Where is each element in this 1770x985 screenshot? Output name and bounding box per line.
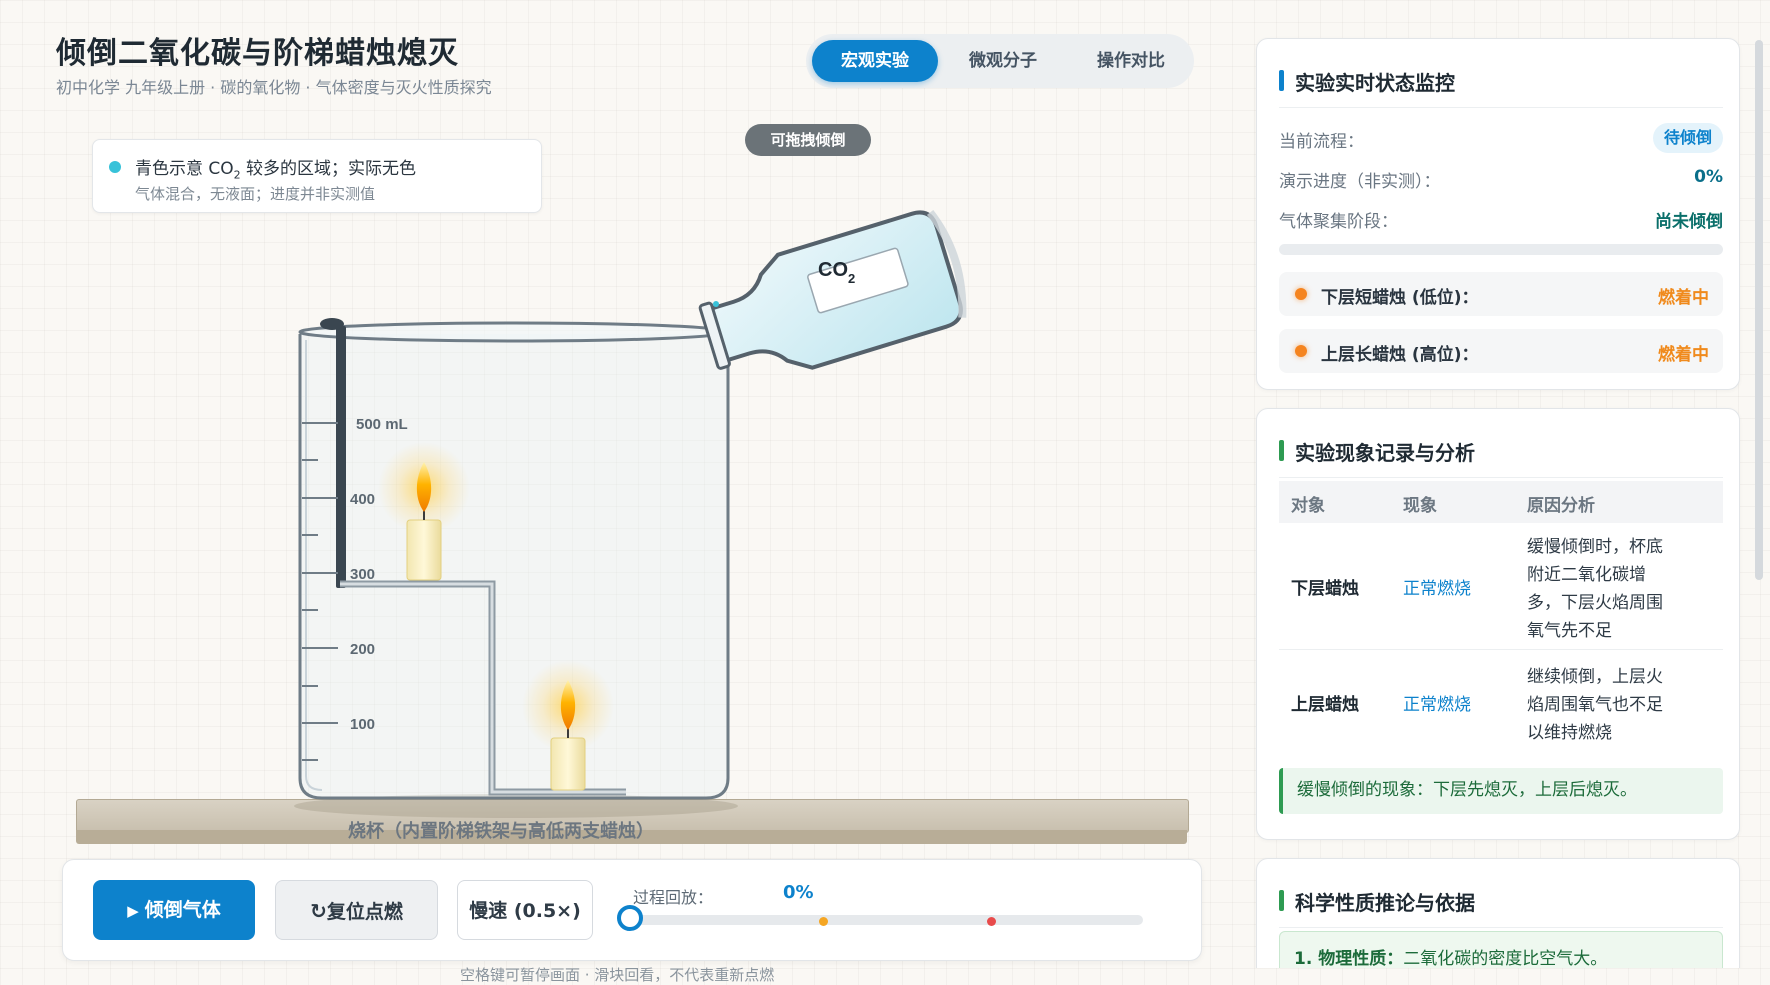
lower-candle-status: 下层短蜡烛 (低位)： 燃着中 — [1279, 272, 1723, 316]
scale-label-500: 500 mL — [356, 416, 408, 433]
gas-stage-value: 尚未倾倒 — [1655, 212, 1723, 232]
replay-value: 0% — [783, 882, 814, 903]
status-card-title: 实验实时状态监控 — [1279, 67, 1455, 96]
progress-label: 演示进度（非实测）： — [1279, 172, 1441, 192]
reset-icon: ↻ — [310, 899, 327, 923]
record-card-title: 实验现象记录与分析 — [1279, 437, 1475, 466]
replay-slider-track[interactable] — [635, 915, 1143, 925]
scale-label-100: 100 — [350, 716, 375, 733]
slow-speed-button[interactable]: 慢速 (0.5×) — [457, 880, 593, 940]
inference-item: 1. 物理性质：二氧化碳的密度比空气大。 — [1279, 931, 1723, 968]
conclusion-box: 缓慢倾倒的现象：下层先熄灭，上层后熄灭。 — [1279, 768, 1723, 814]
flow-label: 当前流程： — [1279, 132, 1364, 152]
reset-relight-button[interactable]: ↻复位点燃 — [275, 880, 438, 940]
record-table-header: 对象 现象 原因分析 — [1279, 481, 1723, 523]
play-icon: ▶ — [127, 902, 139, 920]
replay-marker-lower-out — [818, 917, 828, 926]
flame-status-dot — [1295, 288, 1307, 300]
flame-status-dot — [1295, 345, 1307, 357]
scale-label-200: 200 — [350, 641, 375, 658]
beaker: 500 mL 400 300 200 100 — [298, 318, 730, 800]
upper-candle-status: 上层长蜡烛 (高位)： 燃着中 — [1279, 329, 1723, 373]
panel-scrollbar[interactable] — [1755, 40, 1763, 580]
inference-card-title: 科学性质推论与依据 — [1279, 887, 1475, 916]
inference-card: 科学性质推论与依据 1. 物理性质：二氧化碳的密度比空气大。 — [1256, 858, 1740, 968]
co2-gas-bottle[interactable]: CO2 — [692, 206, 973, 394]
pour-gas-button[interactable]: ▶ 倾倒气体 — [93, 880, 255, 940]
replay-marker-upper-out — [986, 917, 996, 926]
record-analysis-card: 实验现象记录与分析 对象 现象 原因分析 下层蜡烛 正常燃烧 缓慢倾倒时，杯底附… — [1256, 408, 1740, 840]
right-panel: 实验实时状态监控 当前流程： 待倾倒 演示进度（非实测）： 0% 气体聚集阶段：… — [1248, 28, 1748, 968]
experiment-scene: 500 mL 400 300 200 100 CO2 — [294, 206, 973, 818]
flow-status-badge: 待倾倒 — [1652, 123, 1723, 153]
gas-stage-label: 气体聚集阶段： — [1279, 212, 1398, 232]
control-bar: ▶ 倾倒气体 ↻复位点燃 慢速 (0.5×) 过程回放： 0% — [62, 859, 1202, 961]
beaker-caption: 烧杯（内置阶梯铁架与高低两支蜡烛） — [348, 821, 654, 842]
replay-label: 过程回放： — [633, 888, 714, 907]
replay-slider-thumb[interactable] — [617, 905, 643, 931]
progress-value: 0% — [1694, 167, 1723, 187]
scale-label-300: 300 — [350, 566, 375, 583]
demo-progress-bar — [1279, 244, 1723, 255]
status-monitor-card: 实验实时状态监控 当前流程： 待倾倒 演示进度（非实测）： 0% 气体聚集阶段：… — [1256, 38, 1740, 390]
scale-label-400: 400 — [350, 491, 375, 508]
